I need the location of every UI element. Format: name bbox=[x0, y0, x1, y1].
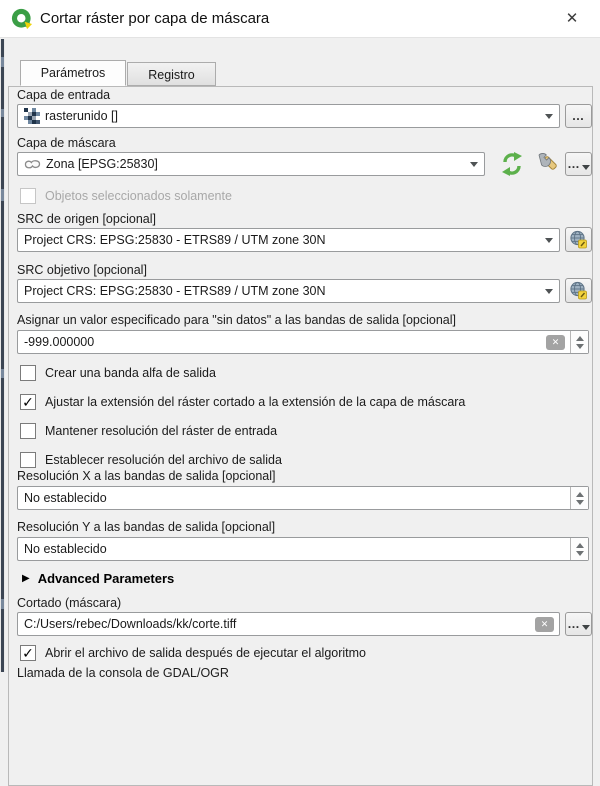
ellipsis-icon: … bbox=[567, 617, 581, 631]
keep-resolution-label: Mantener resolución del ráster de entrad… bbox=[45, 424, 277, 438]
tab-parametros-label: Parámetros bbox=[41, 66, 106, 80]
clear-value-icon[interactable]: ✕ bbox=[546, 335, 565, 350]
spin-up-icon[interactable] bbox=[576, 336, 584, 341]
clear-value-icon[interactable]: ✕ bbox=[535, 617, 554, 632]
input-layer-browse-button[interactable]: … bbox=[565, 104, 592, 128]
y-resolution-label: Resolución Y a las bandas de salida [opc… bbox=[17, 520, 275, 535]
tab-registro-label: Registro bbox=[148, 68, 195, 82]
output-file-value: C:/Users/rebec/Downloads/kk/corte.tiff bbox=[18, 617, 535, 631]
source-crs-combo[interactable]: Project CRS: EPSG:25830 - ETRS89 / UTM z… bbox=[17, 228, 560, 252]
collapsed-arrow-icon: ▶ bbox=[22, 573, 30, 584]
spin-up-icon[interactable] bbox=[576, 543, 584, 548]
nodata-spinbox[interactable]: -999.000000 ✕ bbox=[17, 330, 589, 354]
spin-buttons[interactable] bbox=[570, 538, 588, 560]
keep-resolution-checkbox-row: Mantener resolución del ráster de entrad… bbox=[20, 423, 277, 439]
gdal-console-call-label: Llamada de la consola de GDAL/OGR bbox=[17, 666, 229, 681]
output-file-input[interactable]: C:/Users/rebec/Downloads/kk/corte.tiff ✕ bbox=[17, 612, 560, 636]
alpha-band-label: Crear una banda alfa de salida bbox=[45, 366, 216, 380]
match-extent-checkbox[interactable]: ✓ bbox=[20, 394, 36, 410]
polygon-layer-icon bbox=[24, 158, 41, 170]
output-file-label: Cortado (máscara) bbox=[17, 596, 121, 611]
set-resolution-checkbox-row: Establecer resolución del archivo de sal… bbox=[20, 452, 282, 468]
selected-only-checkbox-row: Objetos seleccionados solamente bbox=[20, 188, 232, 204]
wrench-settings-icon[interactable] bbox=[533, 150, 561, 178]
raster-layer-icon bbox=[24, 108, 40, 124]
input-layer-value: rasterunido [] bbox=[45, 109, 118, 123]
open-output-label: Abrir el archivo de salida después de ej… bbox=[45, 646, 366, 660]
source-crs-select-button[interactable] bbox=[565, 227, 592, 252]
globe-crs-icon bbox=[569, 281, 588, 300]
chevron-down-icon bbox=[582, 165, 590, 170]
mask-layer-browse-button[interactable]: … bbox=[565, 152, 592, 176]
advanced-parameters-label: Advanced Parameters bbox=[38, 571, 175, 586]
nodata-value: -999.000000 bbox=[18, 335, 546, 349]
y-resolution-value: No establecido bbox=[18, 542, 570, 556]
set-resolution-checkbox[interactable] bbox=[20, 452, 36, 468]
chevron-down-icon bbox=[545, 238, 553, 243]
y-resolution-spinbox[interactable]: No establecido bbox=[17, 537, 589, 561]
source-crs-label: SRC de origen [opcional] bbox=[17, 212, 156, 227]
chevron-down-icon bbox=[470, 162, 478, 167]
title-bar: Cortar ráster por capa de máscara ✕ bbox=[0, 0, 600, 38]
spin-down-icon[interactable] bbox=[576, 551, 584, 556]
target-crs-combo[interactable]: Project CRS: EPSG:25830 - ETRS89 / UTM z… bbox=[17, 279, 560, 303]
mask-layer-combo[interactable]: Zona [EPSG:25830] bbox=[17, 152, 485, 176]
chevron-down-icon bbox=[545, 289, 553, 294]
x-resolution-value: No establecido bbox=[18, 491, 570, 505]
target-crs-value: Project CRS: EPSG:25830 - ETRS89 / UTM z… bbox=[24, 284, 326, 298]
spin-up-icon[interactable] bbox=[576, 492, 584, 497]
spin-buttons[interactable] bbox=[570, 331, 588, 353]
match-extent-label: Ajustar la extensión del ráster cortado … bbox=[45, 395, 465, 409]
keep-resolution-checkbox[interactable] bbox=[20, 423, 36, 439]
alpha-band-checkbox-row: Crear una banda alfa de salida bbox=[20, 365, 216, 381]
clip-raster-dialog: Cortar ráster por capa de máscara ✕ Pará… bbox=[0, 0, 600, 672]
close-button[interactable]: ✕ bbox=[558, 8, 586, 30]
dialog-title: Cortar ráster por capa de máscara bbox=[40, 10, 269, 27]
selected-only-checkbox[interactable] bbox=[20, 188, 36, 204]
chevron-down-icon bbox=[582, 625, 590, 630]
iterate-over-layer-icon[interactable] bbox=[496, 150, 528, 178]
target-crs-select-button[interactable] bbox=[565, 278, 592, 303]
ellipsis-icon: … bbox=[567, 157, 581, 171]
tab-registro[interactable]: Registro bbox=[127, 62, 216, 86]
chevron-down-icon bbox=[545, 114, 553, 119]
input-layer-label: Capa de entrada bbox=[17, 88, 110, 103]
source-crs-value: Project CRS: EPSG:25830 - ETRS89 / UTM z… bbox=[24, 233, 326, 247]
open-output-checkbox-row: ✓ Abrir el archivo de salida después de … bbox=[20, 645, 366, 661]
open-output-checkbox[interactable]: ✓ bbox=[20, 645, 36, 661]
spin-down-icon[interactable] bbox=[576, 500, 584, 505]
tab-parametros[interactable]: Parámetros bbox=[20, 60, 126, 86]
alpha-band-checkbox[interactable] bbox=[20, 365, 36, 381]
spin-buttons[interactable] bbox=[570, 487, 588, 509]
underlying-window-edge bbox=[0, 39, 5, 672]
output-file-browse-button[interactable]: … bbox=[565, 612, 592, 636]
ellipsis-icon: … bbox=[572, 109, 586, 123]
qgis-logo-icon bbox=[11, 8, 33, 30]
x-resolution-spinbox[interactable]: No establecido bbox=[17, 486, 589, 510]
globe-crs-icon bbox=[569, 230, 588, 249]
target-crs-label: SRC objetivo [opcional] bbox=[17, 263, 147, 278]
mask-layer-value: Zona [EPSG:25830] bbox=[46, 157, 158, 171]
advanced-parameters-toggle[interactable]: ▶ Advanced Parameters bbox=[22, 571, 174, 586]
input-layer-combo[interactable]: rasterunido [] bbox=[17, 104, 560, 128]
mask-layer-label: Capa de máscara bbox=[17, 136, 116, 151]
set-resolution-label: Establecer resolución del archivo de sal… bbox=[45, 453, 282, 467]
spin-down-icon[interactable] bbox=[576, 344, 584, 349]
selected-only-label: Objetos seleccionados solamente bbox=[45, 189, 232, 204]
nodata-label: Asignar un valor especificado para "sin … bbox=[17, 313, 456, 328]
x-resolution-label: Resolución X a las bandas de salida [opc… bbox=[17, 469, 276, 484]
match-extent-checkbox-row: ✓ Ajustar la extensión del ráster cortad… bbox=[20, 394, 465, 410]
